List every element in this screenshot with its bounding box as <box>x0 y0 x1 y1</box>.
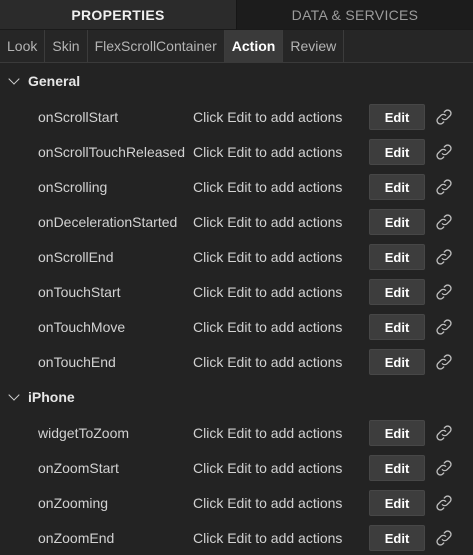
event-name: onZoomStart <box>38 459 119 476</box>
event-name: onTouchStart <box>38 283 121 300</box>
edit-button[interactable]: Edit <box>369 455 425 481</box>
section-title: General <box>28 73 81 89</box>
event-row: onScrollTouchReleased Click Edit to add a… <box>0 134 473 169</box>
section-header-0[interactable]: General <box>0 63 473 99</box>
edit-button[interactable]: Edit <box>369 490 425 516</box>
tab-skin[interactable]: Skin <box>45 30 88 62</box>
edit-button[interactable]: Edit <box>369 525 425 551</box>
link-icon[interactable] <box>434 493 454 513</box>
tab-properties[interactable]: PROPERTIES <box>0 0 237 30</box>
event-row: widgetToZoom Click Edit to add actions Edi… <box>0 415 473 450</box>
edit-button[interactable]: Edit <box>369 279 425 305</box>
link-icon[interactable] <box>434 317 454 337</box>
sub-tab-bar: Look Skin FlexScrollContainer Action Rev… <box>0 30 473 63</box>
event-name: onScrollEnd <box>38 248 114 265</box>
chevron-down-icon[interactable] <box>8 389 20 401</box>
action-placeholder: Click Edit to add actions <box>193 213 343 230</box>
action-placeholder: Click Edit to add actions <box>193 353 343 370</box>
edit-button[interactable]: Edit <box>369 174 425 200</box>
event-row: onDecelerationStarted Click Edit to add a… <box>0 204 473 239</box>
event-row: onScrolling Click Edit to add actions Edit <box>0 169 473 204</box>
link-icon[interactable] <box>434 247 454 267</box>
link-icon[interactable] <box>434 352 454 372</box>
event-row: onZoomStart Click Edit to add actions Edit <box>0 450 473 485</box>
event-row: onZooming Click Edit to add actions Edit <box>0 485 473 520</box>
link-icon[interactable] <box>434 528 454 548</box>
link-icon[interactable] <box>434 212 454 232</box>
action-placeholder: Click Edit to add actions <box>193 529 343 546</box>
action-placeholder: Click Edit to add actions <box>193 178 343 195</box>
event-row: onTouchStart Click Edit to add actions Edi… <box>0 274 473 309</box>
event-row: onZoomEnd Click Edit to add actions Edit <box>0 520 473 555</box>
action-placeholder: Click Edit to add actions <box>193 108 343 125</box>
event-name: onDecelerationStarted <box>38 213 178 230</box>
action-placeholder: Click Edit to add actions <box>193 424 343 441</box>
link-icon[interactable] <box>434 107 454 127</box>
tab-action[interactable]: Action <box>224 30 284 62</box>
link-icon[interactable] <box>434 142 454 162</box>
event-name: widgetToZoom <box>38 424 130 441</box>
chevron-down-icon[interactable] <box>8 73 20 85</box>
event-name: onScrollTouchReleased <box>38 143 186 160</box>
properties-panel: PROPERTIES DATA & SERVICES Look Skin Fle… <box>0 0 473 555</box>
event-row: onScrollStart Click Edit to add actions Ed… <box>0 99 473 134</box>
event-name: onTouchEnd <box>38 353 116 370</box>
action-placeholder: Click Edit to add actions <box>193 459 343 476</box>
event-row: onScrollEnd Click Edit to add actions Edit <box>0 239 473 274</box>
event-row: onTouchMove Click Edit to add actions Edit <box>0 309 473 344</box>
action-placeholder: Click Edit to add actions <box>193 248 343 265</box>
section-header-1[interactable]: iPhone <box>0 379 473 415</box>
edit-button[interactable]: Edit <box>369 314 425 340</box>
tab-flexscrollcontainer[interactable]: FlexScrollContainer <box>88 30 225 62</box>
link-icon[interactable] <box>434 177 454 197</box>
edit-button[interactable]: Edit <box>369 349 425 375</box>
event-name: onTouchMove <box>38 318 126 335</box>
tab-review[interactable]: Review <box>283 30 345 62</box>
link-icon[interactable] <box>434 423 454 443</box>
edit-button[interactable]: Edit <box>369 420 425 446</box>
event-name: onZooming <box>38 494 109 511</box>
edit-button[interactable]: Edit <box>369 209 425 235</box>
action-placeholder: Click Edit to add actions <box>193 494 343 511</box>
action-placeholder: Click Edit to add actions <box>193 283 343 300</box>
action-placeholder: Click Edit to add actions <box>193 318 343 335</box>
event-name: onZoomEnd <box>38 529 115 546</box>
edit-button[interactable]: Edit <box>369 139 425 165</box>
action-placeholder: Click Edit to add actions <box>193 143 343 160</box>
link-icon[interactable] <box>434 282 454 302</box>
top-tab-bar: PROPERTIES DATA & SERVICES <box>0 0 473 30</box>
event-name: onScrolling <box>38 178 108 195</box>
action-sections: General onScrollStart Click Edit to add ac… <box>0 63 473 555</box>
link-icon[interactable] <box>434 458 454 478</box>
event-name: onScrollStart <box>38 108 119 125</box>
tab-look[interactable]: Look <box>0 30 46 62</box>
edit-button[interactable]: Edit <box>369 104 425 130</box>
edit-button[interactable]: Edit <box>369 244 425 270</box>
section-title: iPhone <box>28 389 75 405</box>
event-row: onTouchEnd Click Edit to add actions Edit <box>0 344 473 379</box>
tab-data-services[interactable]: DATA & SERVICES <box>237 0 473 30</box>
